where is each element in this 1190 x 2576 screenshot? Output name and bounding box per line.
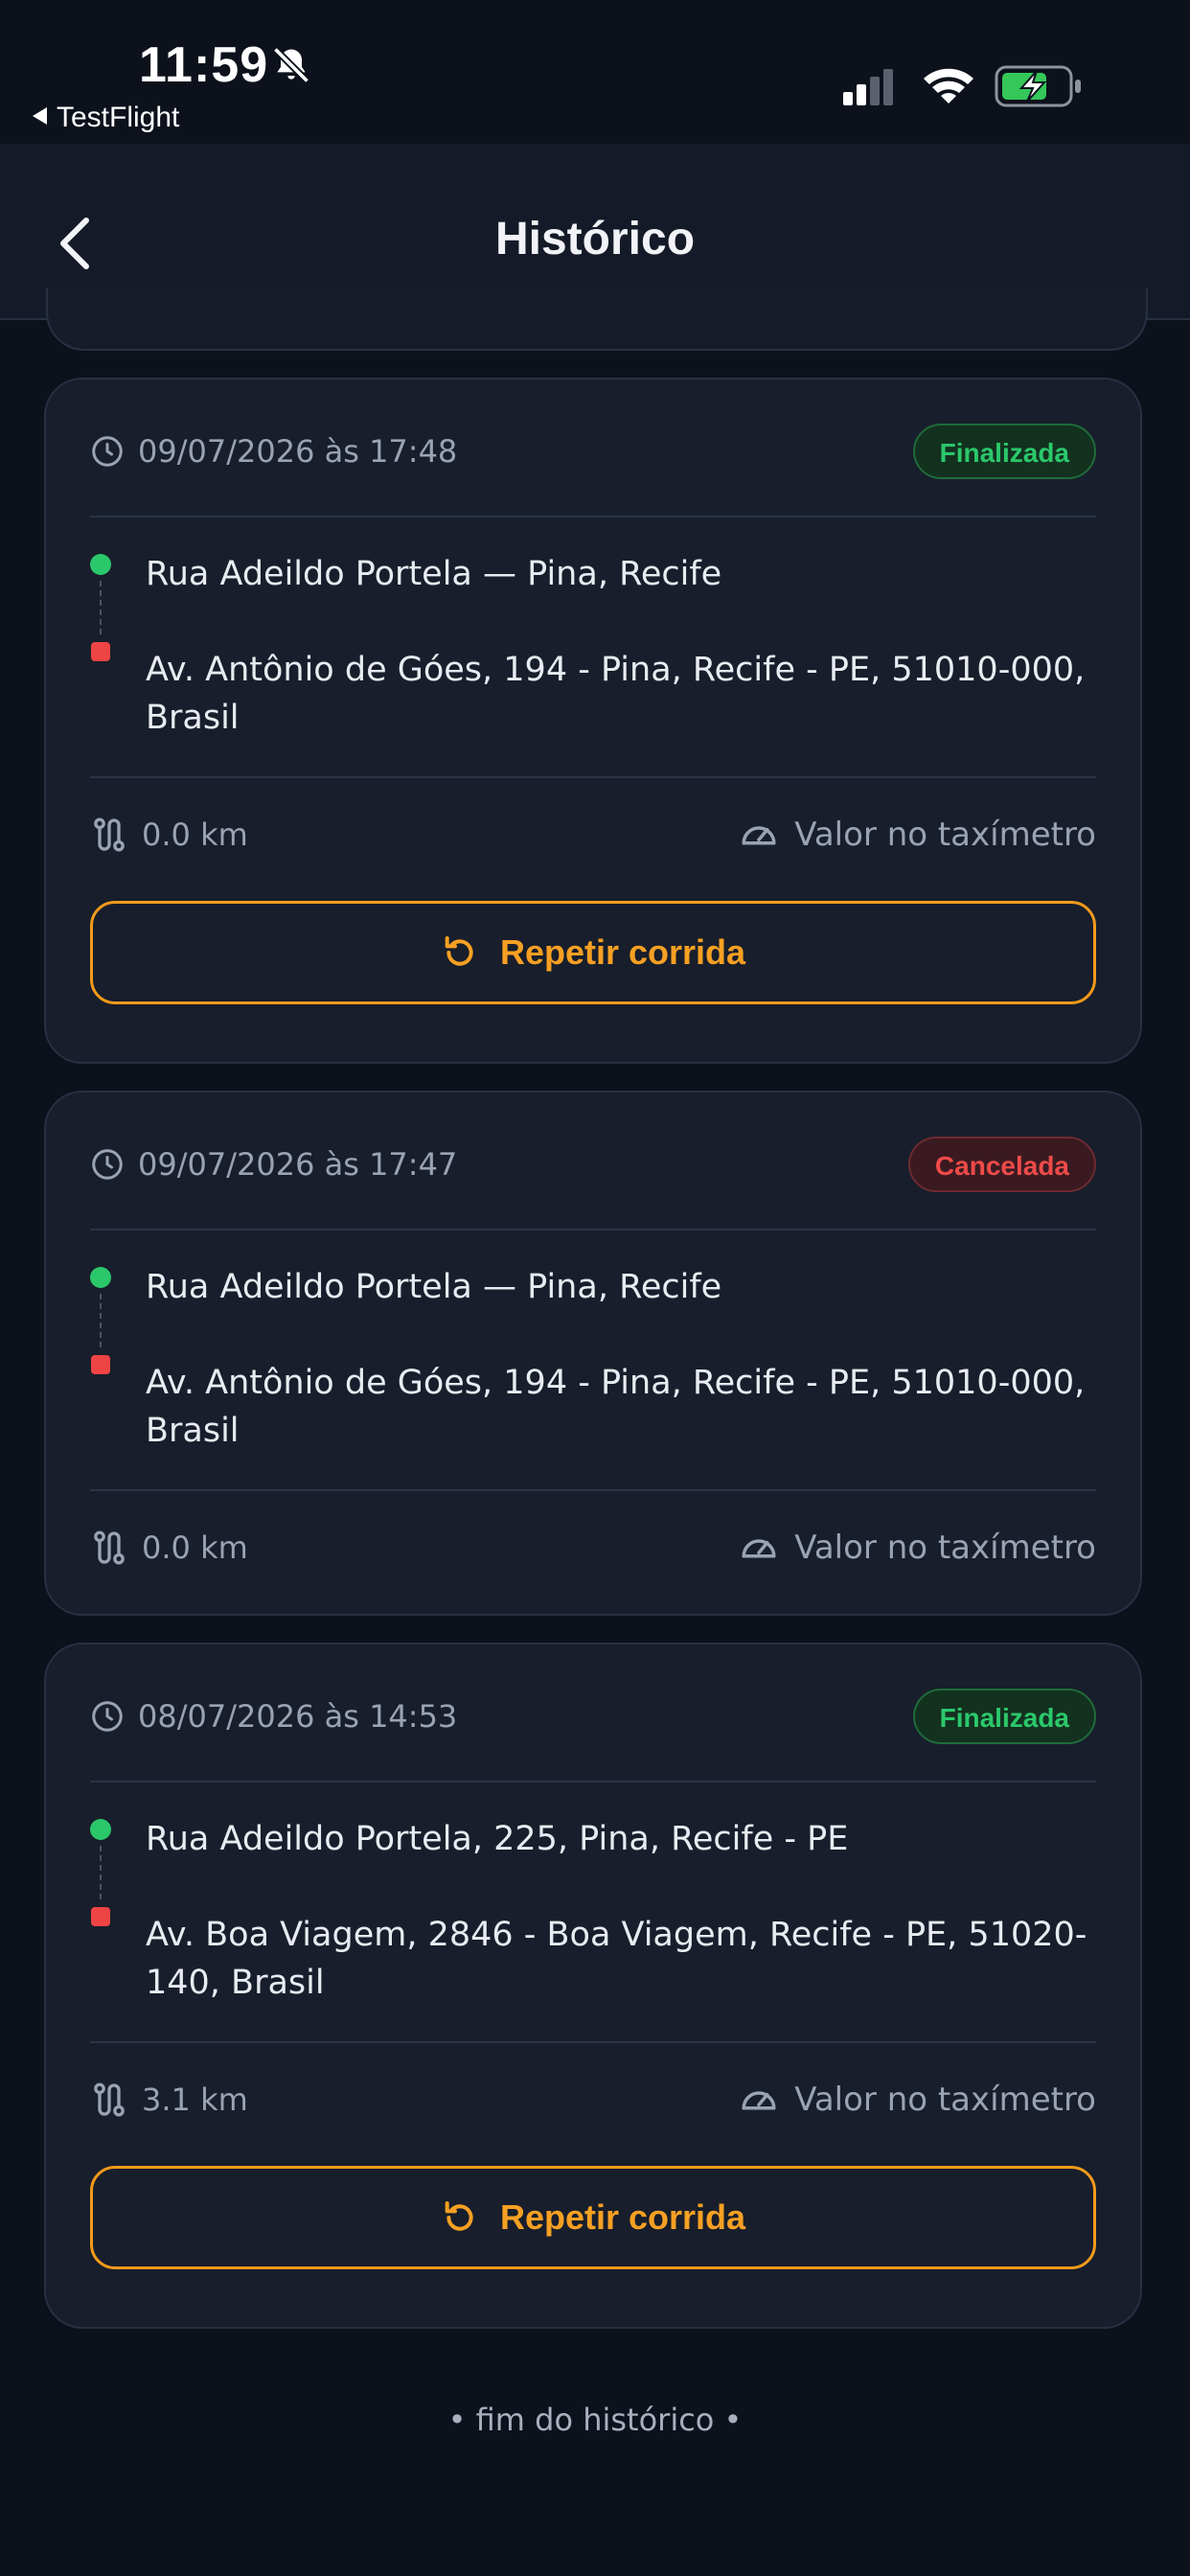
- route-line: [100, 581, 102, 634]
- wifi-icon: [924, 68, 973, 104]
- ride-meta: 0.0 km Valor no taxímetro: [90, 811, 1096, 859]
- fare-label: Valor no taxímetro: [794, 816, 1096, 854]
- clock-icon: [92, 436, 123, 467]
- repeat-ride-label: Repetir corrida: [499, 932, 746, 972]
- destination-address: Av. Boa Viagem, 2846 - Boa Viagem, Recif…: [146, 1916, 1087, 2002]
- repeat-ride-button[interactable]: Repetir corrida: [90, 2166, 1096, 2269]
- origin-address: Rua Adeildo Portela, 225, Pina, Recife -…: [146, 1820, 849, 1858]
- cellular-signal-icon: [843, 69, 893, 105]
- repeat-ride-label: Repetir corrida: [499, 2197, 746, 2237]
- ride-datetime: 08/07/2026 às 14:53: [138, 1698, 458, 1735]
- previous-ride-card-edge: [46, 288, 1148, 351]
- speedometer-icon: [742, 2091, 776, 2110]
- ride-datetime: 09/07/2026 às 17:48: [138, 433, 458, 470]
- ride-meta: 0.0 km Valor no taxímetro: [90, 1524, 1096, 1572]
- ride-meta: 3.1 km Valor no taxímetro: [90, 2076, 1096, 2124]
- route-distance-icon: [94, 1530, 125, 1565]
- divider: [90, 1781, 1096, 1782]
- destination-address: Av. Antônio de Góes, 194 - Pina, Recife …: [146, 651, 1086, 737]
- destination-marker-icon: [91, 642, 110, 661]
- end-of-history-label: • fim do histórico •: [447, 2402, 743, 2438]
- back-triangle-icon: [33, 107, 47, 125]
- fare-label: Valor no taxímetro: [794, 1529, 1096, 1567]
- repeat-icon: [445, 2201, 473, 2231]
- route-distance-icon: [94, 817, 125, 852]
- divider: [90, 1229, 1096, 1230]
- divider: [90, 1489, 1096, 1491]
- divider: [90, 516, 1096, 518]
- ride-distance: 3.1 km: [142, 2082, 248, 2118]
- ride-datetime: 09/07/2026 às 17:47: [138, 1146, 458, 1183]
- silent-bell-icon: [272, 46, 310, 84]
- fare-label: Valor no taxímetro: [794, 2081, 1096, 2119]
- divider: [90, 776, 1096, 778]
- speedometer-icon: [742, 826, 776, 845]
- destination-marker-icon: [91, 1355, 110, 1374]
- ride-card[interactable]: 09/07/2026 às 17:48 Finalizada Rua Adeil…: [44, 378, 1142, 1064]
- divider: [90, 2041, 1096, 2043]
- clock-icon: [92, 1701, 123, 1732]
- origin-marker-icon: [90, 1267, 111, 1288]
- repeat-icon: [445, 936, 473, 966]
- ride-card[interactable]: 08/07/2026 às 14:53 Finalizada Rua Adeil…: [44, 1643, 1142, 2329]
- destination-marker-icon: [91, 1907, 110, 1926]
- origin-marker-icon: [90, 1819, 111, 1840]
- ride-card[interactable]: 09/07/2026 às 17:47 Cancelada Rua Adeild…: [44, 1091, 1142, 1616]
- battery-charging-icon: [995, 65, 1081, 107]
- back-app-label: TestFlight: [57, 102, 180, 133]
- ride-distance: 0.0 km: [142, 1530, 248, 1566]
- ride-date-row: 09/07/2026 às 17:48: [90, 429, 457, 473]
- status-bar: 11:59 TestFlight: [0, 0, 1190, 144]
- origin-address: Rua Adeildo Portela — Pina, Recife: [146, 1268, 722, 1306]
- clock-icon: [92, 1149, 123, 1180]
- status-badge: Finalizada: [912, 424, 1096, 479]
- origin-marker-icon: [90, 554, 111, 575]
- ride-date-row: 09/07/2026 às 17:47: [90, 1142, 457, 1186]
- ride-distance: 0.0 km: [142, 816, 248, 853]
- speedometer-icon: [742, 1539, 776, 1558]
- status-badge: Cancelada: [907, 1137, 1096, 1192]
- back-to-app-link[interactable]: TestFlight: [33, 102, 179, 134]
- route-distance-icon: [94, 2082, 125, 2117]
- ride-date-row: 08/07/2026 às 14:53: [90, 1694, 457, 1738]
- page-title: Histórico: [494, 214, 696, 264]
- status-badge: Finalizada: [912, 1689, 1096, 1744]
- destination-address: Av. Antônio de Góes, 194 - Pina, Recife …: [146, 1364, 1086, 1450]
- route-line: [100, 1846, 102, 1899]
- origin-address: Rua Adeildo Portela — Pina, Recife: [146, 555, 722, 593]
- route-line: [100, 1294, 102, 1347]
- status-time: 11:59: [139, 37, 269, 93]
- repeat-ride-button[interactable]: Repetir corrida: [90, 901, 1096, 1004]
